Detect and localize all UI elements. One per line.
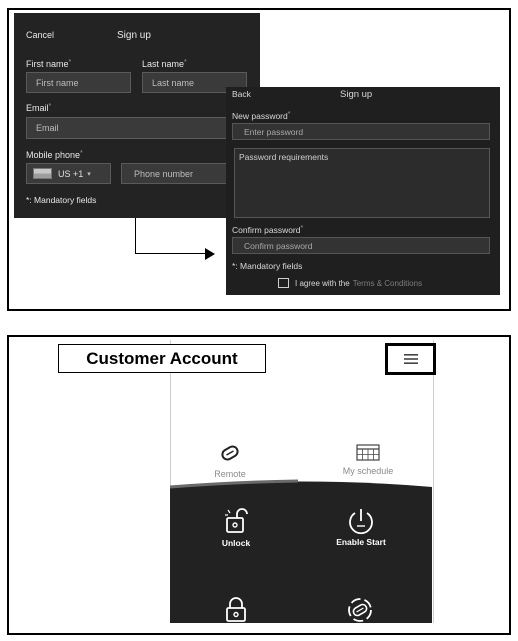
us-flag-icon	[33, 168, 52, 179]
enable-start-button[interactable]: Enable Start	[328, 507, 394, 547]
remote-icon	[221, 445, 239, 461]
tab-indicator-curve	[170, 479, 432, 498]
flow-arrow-line	[135, 253, 207, 254]
last-name-label: Last name*	[142, 59, 187, 69]
terms-conditions-link[interactable]: Terms & Conditions	[353, 279, 422, 288]
unlock-icon	[225, 508, 248, 533]
remote-start-button[interactable]	[344, 596, 376, 624]
new-password-input[interactable]: Enter password	[232, 123, 490, 140]
signup-screen-step1: Cancel Sign up First name* First name La…	[14, 13, 260, 218]
confirm-password-input[interactable]: Confirm password	[232, 237, 490, 254]
remote-start-icon	[348, 598, 372, 622]
mandatory-fields-note: *: Mandatory fields	[232, 261, 303, 271]
menu-button[interactable]	[385, 343, 436, 375]
flow-arrow-head-icon	[205, 248, 215, 260]
country-code-value: US +1	[58, 168, 84, 179]
signup-title: Sign up	[117, 30, 151, 41]
first-name-label: First name*	[26, 59, 72, 69]
calendar-icon	[356, 444, 380, 461]
password-requirements-label: Password requirements	[239, 152, 329, 162]
terms-agreement-row: I agree with the Terms & Conditions	[278, 278, 422, 288]
confirm-password-label: Confirm password*	[232, 225, 304, 235]
email-input[interactable]: Email	[26, 117, 248, 139]
tab-remote[interactable]: Remote	[185, 444, 275, 479]
lock-button[interactable]	[222, 596, 250, 624]
password-requirements-box: Password requirements	[234, 148, 490, 218]
mobile-phone-label: Mobile phone*	[26, 150, 83, 160]
email-label: Email*	[26, 103, 52, 113]
first-name-input[interactable]: First name	[26, 72, 131, 93]
terms-agree-text: I agree with the	[295, 278, 350, 288]
signup-screen-step2: Back Sign up New password* Enter passwor…	[226, 87, 500, 295]
terms-checkbox[interactable]	[278, 278, 289, 288]
tab-my-schedule[interactable]: My schedule	[322, 444, 414, 476]
unlock-label: Unlock	[221, 538, 251, 548]
signup-title: Sign up	[340, 89, 373, 100]
back-button[interactable]: Back	[232, 89, 251, 99]
new-password-label: New password*	[232, 111, 291, 121]
mandatory-fields-note: *: Mandatory fields	[26, 195, 97, 205]
power-icon	[349, 509, 373, 535]
chevron-down-icon: ▾	[87, 170, 91, 178]
customer-account-label: Customer Account	[58, 344, 266, 373]
lock-icon	[226, 597, 246, 622]
tab-my-schedule-label: My schedule	[342, 466, 394, 476]
cancel-button[interactable]: Cancel	[26, 30, 54, 40]
unlock-button[interactable]: Unlock	[205, 507, 267, 548]
flow-arrow-line	[135, 218, 136, 254]
enable-start-label: Enable Start	[336, 537, 386, 547]
country-code-select[interactable]: US +1 ▾	[26, 163, 111, 184]
hamburger-menu-icon	[403, 354, 418, 364]
